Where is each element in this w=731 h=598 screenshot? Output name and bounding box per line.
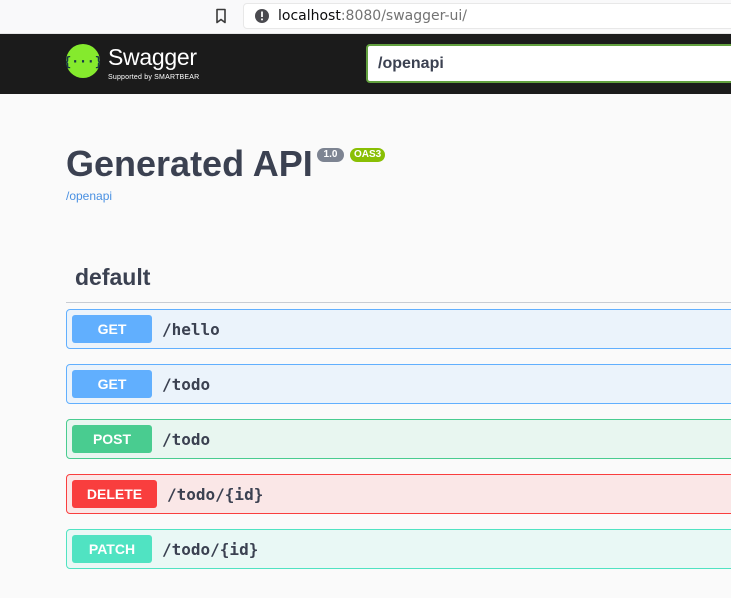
page-title: Generated API: [66, 143, 313, 184]
tag-divider: [66, 302, 731, 303]
method-badge: DELETE: [72, 480, 157, 508]
swagger-topbar: {···} Swagger Supported by SMARTBEAR: [0, 34, 731, 94]
logo-name: Swagger: [108, 44, 197, 70]
operation-get-hello[interactable]: GET /hello: [66, 309, 731, 349]
tag-title[interactable]: default: [75, 264, 150, 291]
operation-path: /hello: [162, 320, 220, 339]
method-badge: GET: [72, 370, 152, 398]
address-text: localhost:8080/swagger-ui/: [278, 8, 467, 24]
spec-url-input[interactable]: [366, 44, 731, 83]
operation-path: /todo: [162, 430, 211, 449]
operation-get-todo[interactable]: GET /todo: [66, 364, 731, 404]
operation-path: /todo/{id}: [162, 540, 259, 559]
method-badge: POST: [72, 425, 152, 453]
url-path: :8080/swagger-ui/: [340, 8, 468, 24]
swagger-logo[interactable]: {···} Swagger Supported by SMARTBEAR: [66, 43, 216, 87]
url-host: localhost: [278, 8, 341, 24]
operation-path: /todo: [162, 375, 211, 394]
operation-post-todo[interactable]: POST /todo: [66, 419, 731, 459]
address-bar[interactable]: localhost:8080/swagger-ui/: [243, 3, 731, 29]
browser-toolbar: localhost:8080/swagger-ui/: [0, 0, 731, 34]
operation-path: /todo/{id}: [167, 485, 264, 504]
version-badge: 1.0: [317, 148, 344, 162]
operation-patch-todo-id[interactable]: PATCH /todo/{id}: [66, 529, 731, 569]
logo-tagline: Supported by SMARTBEAR: [108, 74, 200, 81]
svg-text:{···}: {···}: [66, 55, 100, 70]
bookmark-icon[interactable]: [212, 7, 230, 25]
spec-link[interactable]: /openapi: [66, 189, 112, 203]
operation-delete-todo-id[interactable]: DELETE /todo/{id}: [66, 474, 731, 514]
method-badge: PATCH: [72, 535, 152, 563]
method-badge: GET: [72, 315, 152, 343]
info-icon[interactable]: [254, 8, 270, 24]
swagger-logo-icon: {···}: [66, 44, 100, 78]
oas-badge: OAS3: [350, 148, 385, 162]
